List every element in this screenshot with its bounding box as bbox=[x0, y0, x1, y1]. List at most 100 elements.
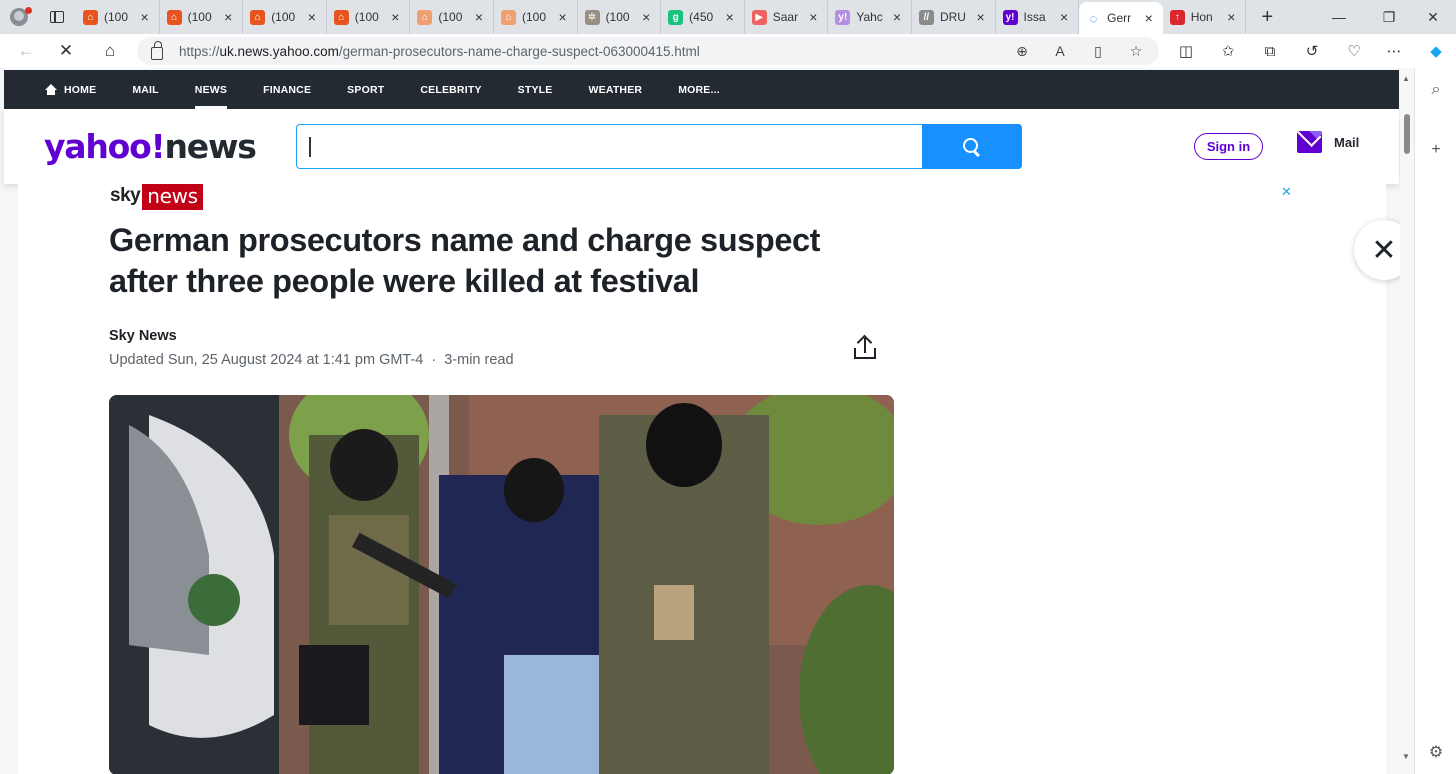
tab-favicon-icon: y! bbox=[835, 9, 851, 25]
search-input[interactable] bbox=[296, 124, 1022, 169]
tab-close-icon[interactable]: × bbox=[723, 9, 737, 25]
yahoo-top-nav: HOME MAIL NEWS FINANCE SPORT CELEBRITY STYLE WE… bbox=[4, 70, 1399, 109]
profile-button[interactable] bbox=[0, 0, 38, 34]
home-icon bbox=[45, 84, 57, 95]
minimize-button[interactable]: — bbox=[1316, 0, 1362, 34]
article-byline[interactable]: Sky News bbox=[109, 328, 177, 344]
mail-link[interactable]: Mail bbox=[1297, 131, 1359, 153]
home-button[interactable]: ⌂ bbox=[92, 34, 128, 68]
restore-button[interactable]: ❐ bbox=[1366, 0, 1412, 34]
tab-title: Gerr bbox=[1107, 11, 1132, 25]
tab-favicon-icon: y! bbox=[1002, 9, 1018, 25]
tab-close-icon[interactable]: × bbox=[806, 9, 820, 25]
tab-close-icon[interactable]: × bbox=[639, 9, 653, 25]
browser-tab[interactable]: g (450 × bbox=[661, 0, 745, 34]
nav-item-news[interactable]: NEWS bbox=[194, 70, 228, 109]
nav-item-label: STYLE bbox=[517, 83, 553, 96]
nav-item-label: CELEBRITY bbox=[420, 83, 482, 96]
sky-news-logo[interactable]: sky news bbox=[110, 184, 203, 210]
sidebar-add-icon[interactable]: + bbox=[1415, 134, 1456, 166]
collections-icon[interactable]: ⧉ bbox=[1252, 34, 1288, 68]
nav-item-style[interactable]: STYLE bbox=[518, 70, 553, 109]
search-icon bbox=[963, 137, 981, 156]
browser-essentials-icon[interactable]: ♡ bbox=[1336, 34, 1372, 68]
sign-in-button[interactable]: Sign in bbox=[1194, 133, 1263, 160]
read-time: 3-min read bbox=[444, 352, 514, 368]
yahoo-news-logo[interactable]: yahoo!news bbox=[44, 127, 257, 166]
tab-title: (100 bbox=[521, 10, 546, 24]
tab-close-icon[interactable]: × bbox=[388, 9, 402, 25]
tab-strip: ⌂ (100 × ⌂ (100 × ⌂ (100 × ⌂ (100 × ⌂ (100 × ⌂ (100 × ✲ (10… bbox=[0, 0, 1456, 34]
scrollbar-thumb[interactable] bbox=[1404, 114, 1410, 154]
read-aloud-icon[interactable]: A bbox=[1045, 37, 1075, 65]
nav-item-finance[interactable]: FINANCE bbox=[263, 70, 311, 109]
meta-separator: · bbox=[431, 352, 437, 368]
nav-item-home[interactable]: HOME bbox=[45, 70, 96, 109]
nav-item-label: WEATHER bbox=[588, 83, 643, 96]
tab-close-icon[interactable]: × bbox=[305, 9, 319, 25]
tab-close-icon[interactable]: × bbox=[472, 9, 486, 25]
new-tab-button[interactable]: + bbox=[1246, 0, 1288, 34]
tab-close-icon[interactable]: × bbox=[138, 9, 152, 25]
favorites-icon[interactable]: ✩ bbox=[1210, 34, 1246, 68]
browser-tab[interactable]: ⌂ (100 × bbox=[494, 0, 578, 34]
close-window-button[interactable]: ✕ bbox=[1410, 0, 1456, 34]
copilot-icon[interactable]: ◆ bbox=[1418, 34, 1454, 68]
browser-tab[interactable]: ▶ Saar × bbox=[745, 0, 829, 34]
reader-view-icon[interactable]: ▯ bbox=[1083, 37, 1113, 65]
tab-list: ⌂ (100 × ⌂ (100 × ⌂ (100 × ⌂ (100 × ⌂ (100 × ⌂ (100 × ✲ (10… bbox=[76, 0, 1247, 34]
tab-close-icon[interactable]: × bbox=[1142, 10, 1156, 26]
nav-item-more[interactable]: MORE... bbox=[678, 70, 720, 109]
edge-sidebar: ⌕ + ⚙ bbox=[1414, 68, 1456, 774]
share-icon[interactable] bbox=[852, 336, 878, 362]
favorite-star-icon[interactable]: ☆ bbox=[1121, 37, 1151, 65]
browser-tab[interactable]: ⌂ (100 × bbox=[327, 0, 411, 34]
tab-favicon-icon: // bbox=[918, 9, 934, 25]
scroll-down-arrow[interactable]: ▼ bbox=[1402, 752, 1410, 761]
mail-label: Mail bbox=[1334, 134, 1360, 150]
search-button[interactable] bbox=[922, 124, 1022, 169]
tab-close-icon[interactable]: × bbox=[1057, 9, 1071, 25]
browser-tab[interactable]: ⌂ (100 × bbox=[160, 0, 244, 34]
browser-tab[interactable]: y! Yahc × bbox=[828, 0, 912, 34]
back-button[interactable]: ← bbox=[8, 34, 44, 68]
sidebar-search-icon[interactable]: ⌕ bbox=[1415, 74, 1456, 106]
browser-tab[interactable]: ↑ Hon × bbox=[1163, 0, 1247, 34]
tab-favicon-icon: ✲ bbox=[584, 9, 600, 25]
tab-actions-icon bbox=[50, 11, 64, 23]
nav-item-mail[interactable]: MAIL bbox=[132, 70, 158, 109]
nav-item-sport[interactable]: SPORT bbox=[347, 70, 384, 109]
nav-item-weather[interactable]: WEATHER bbox=[589, 70, 643, 109]
hero-photo-illustration bbox=[109, 395, 894, 774]
address-bar[interactable]: https://uk.news.yahoo.com/german-prosecu… bbox=[137, 37, 1159, 65]
lock-icon bbox=[151, 40, 163, 60]
ad-close-icon[interactable]: ✕ bbox=[1281, 184, 1292, 200]
history-icon[interactable]: ↺ bbox=[1294, 34, 1330, 68]
browser-tab[interactable]: ⌂ (100 × bbox=[76, 0, 160, 34]
scroll-up-arrow[interactable]: ▲ bbox=[1402, 74, 1410, 83]
browser-tab[interactable]: // DRU × bbox=[912, 0, 996, 34]
tab-close-icon[interactable]: × bbox=[890, 9, 904, 25]
tab-favicon-icon: ◌ bbox=[1086, 10, 1102, 26]
sidebar-settings-icon[interactable]: ⚙ bbox=[1415, 736, 1456, 768]
nav-item-celebrity[interactable]: CELEBRITY bbox=[420, 70, 481, 109]
browser-tab[interactable]: ⌂ (100 × bbox=[243, 0, 327, 34]
tab-close-icon[interactable]: × bbox=[974, 9, 988, 25]
browser-tab[interactable]: y! Issa × bbox=[996, 0, 1080, 34]
browser-tab[interactable]: ✲ (100 × bbox=[578, 0, 662, 34]
more-menu-icon[interactable]: ⋯ bbox=[1376, 34, 1412, 68]
zoom-icon[interactable]: ⊕ bbox=[1007, 37, 1037, 65]
page-scrollbar[interactable]: ▲ ▼ bbox=[1400, 68, 1414, 774]
browser-tab[interactable]: ⌂ (100 × bbox=[410, 0, 494, 34]
split-screen-icon[interactable]: ◫ bbox=[1168, 34, 1204, 68]
nav-item-label: HOME bbox=[64, 83, 97, 96]
tab-favicon-icon: ⌂ bbox=[83, 9, 98, 25]
tab-close-icon[interactable]: × bbox=[1224, 9, 1238, 25]
tab-title: (100 bbox=[354, 10, 379, 24]
browser-tab[interactable]: ◌ Gerr × bbox=[1079, 2, 1163, 34]
tab-favicon-icon: ↑ bbox=[1169, 9, 1185, 25]
stop-loading-button[interactable]: ✕ bbox=[48, 34, 84, 68]
tab-close-icon[interactable]: × bbox=[221, 9, 235, 25]
tab-actions-button[interactable] bbox=[38, 0, 76, 34]
tab-close-icon[interactable]: × bbox=[556, 9, 570, 25]
